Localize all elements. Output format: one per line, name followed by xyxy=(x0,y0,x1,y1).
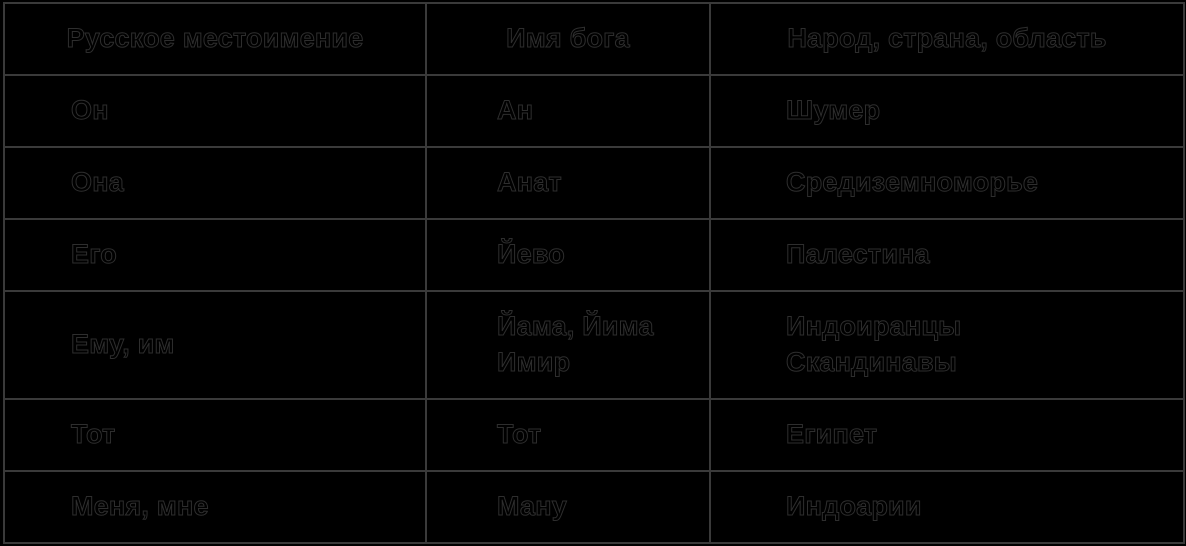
cell-pronoun-text: Она xyxy=(71,167,125,198)
cell-pronoun: Тот xyxy=(3,398,427,472)
cell-region: Индоиранцы Скандинавы xyxy=(709,290,1185,400)
table-row: Меня, мне Ману Индоарии xyxy=(3,470,1185,544)
cell-pronoun: Ему, им xyxy=(3,290,427,400)
cell-deity: Ману xyxy=(425,470,711,544)
cell-deity-text: Ан xyxy=(497,95,534,126)
cell-deity: Йама, Йима Имир xyxy=(425,290,711,400)
cell-pronoun: Он xyxy=(3,74,427,148)
cell-region-text: Шумер xyxy=(786,95,881,126)
cell-region-text: Индоарии xyxy=(786,491,922,522)
table-body: Он Ан Шумер Она Анат Средиземноморье Его… xyxy=(3,74,1185,544)
table-row: Ему, им Йама, Йима Имир Индоиранцы Сканд… xyxy=(3,290,1185,400)
cell-region: Индоарии xyxy=(709,470,1185,544)
column-header-deity-label: Имя бога xyxy=(506,23,630,54)
column-header-region: Народ, страна, область xyxy=(709,2,1185,76)
cell-pronoun-text: Тот xyxy=(71,419,116,450)
cell-deity-text: Ману xyxy=(497,491,568,522)
column-header-pronoun-label: Русское местоимение xyxy=(66,23,364,54)
cell-region: Египет xyxy=(709,398,1185,472)
cell-region-text: Индоиранцы Скандинавы xyxy=(786,311,962,378)
cell-region: Средиземноморье xyxy=(709,146,1185,220)
table-row: Тот Тот Египет xyxy=(3,398,1185,472)
cell-deity-text: Йама, Йима Имир xyxy=(497,311,655,378)
cell-deity-text: Йево xyxy=(497,239,566,270)
cell-region: Шумер xyxy=(709,74,1185,148)
cell-pronoun: Его xyxy=(3,218,427,292)
cell-deity: Ан xyxy=(425,74,711,148)
cell-deity-text: Анат xyxy=(497,167,563,198)
cell-deity-text: Тот xyxy=(497,419,542,450)
cell-deity: Анат xyxy=(425,146,711,220)
cell-region-text: Палестина xyxy=(786,239,931,270)
cell-region: Палестина xyxy=(709,218,1185,292)
column-header-deity: Имя бога xyxy=(425,2,711,76)
cell-pronoun-text: Ему, им xyxy=(71,329,175,360)
cell-pronoun: Меня, мне xyxy=(3,470,427,544)
deity-correspondence-table: Русское местоимение Имя бога Народ, стра… xyxy=(3,2,1185,544)
column-header-pronoun: Русское местоимение xyxy=(3,2,427,76)
cell-pronoun-text: Его xyxy=(71,239,118,270)
header-row: Русское местоимение Имя бога Народ, стра… xyxy=(3,2,1185,76)
cell-region-text: Египет xyxy=(786,419,878,450)
cell-pronoun-text: Он xyxy=(71,95,110,126)
column-header-region-label: Народ, страна, область xyxy=(787,23,1107,54)
cell-region-text: Средиземноморье xyxy=(786,167,1039,198)
table-row: Она Анат Средиземноморье xyxy=(3,146,1185,220)
cell-deity: Йево xyxy=(425,218,711,292)
cell-pronoun-text: Меня, мне xyxy=(71,491,209,522)
table-row: Он Ан Шумер xyxy=(3,74,1185,148)
cell-pronoun: Она xyxy=(3,146,427,220)
table-header: Русское местоимение Имя бога Народ, стра… xyxy=(3,2,1185,76)
table-row: Его Йево Палестина xyxy=(3,218,1185,292)
table-container: Русское местоимение Имя бога Народ, стра… xyxy=(3,2,1185,544)
cell-deity: Тот xyxy=(425,398,711,472)
